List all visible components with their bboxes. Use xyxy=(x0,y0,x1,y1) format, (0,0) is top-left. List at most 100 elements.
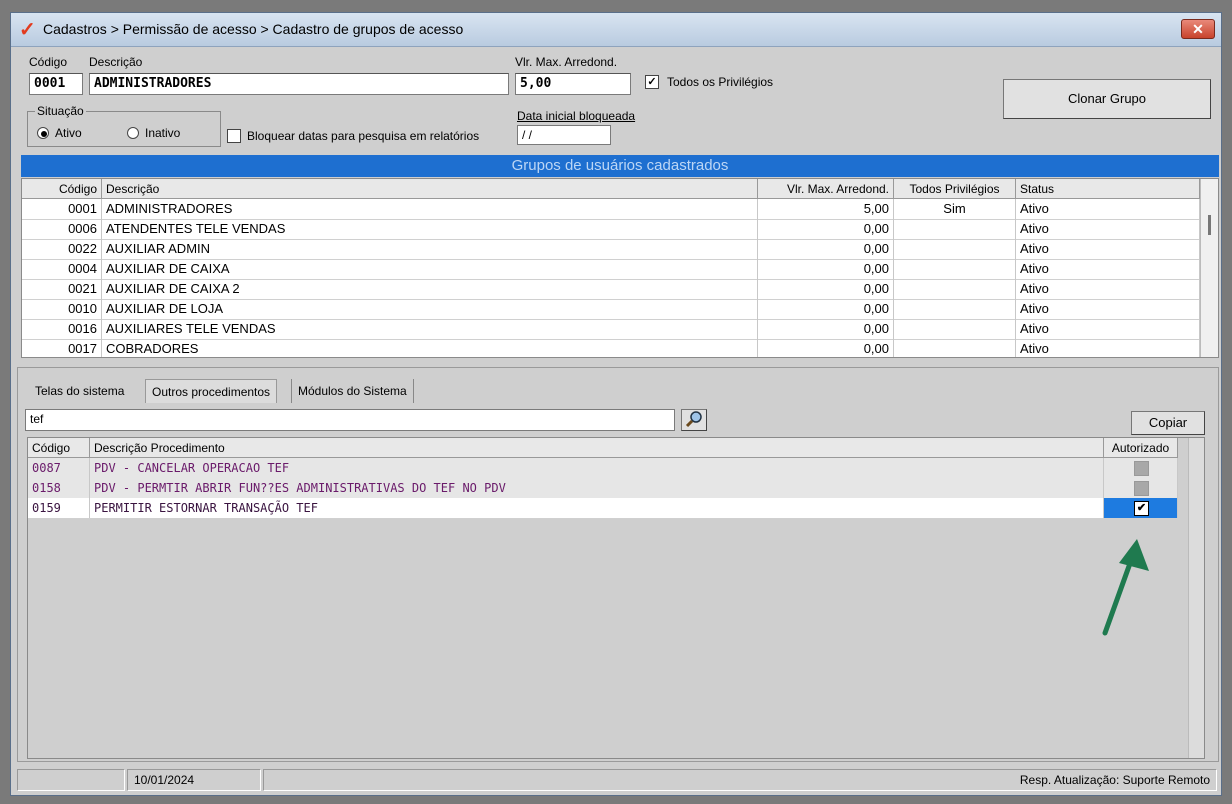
status-resp: Resp. Atualização: Suporte Remoto xyxy=(263,769,1217,791)
cell-todos xyxy=(894,339,1016,357)
bloquear-label: Bloquear datas para pesquisa em relatóri… xyxy=(247,129,480,143)
cell-descricao: ADMINISTRADORES xyxy=(102,199,758,219)
list-item[interactable]: 0159 PERMITIR ESTORNAR TRANSAÇÃO TEF ✔ xyxy=(28,498,1178,519)
tab-outros-procedimentos[interactable]: Outros procedimentos xyxy=(145,379,278,403)
cell-todos: Sim xyxy=(894,199,1016,219)
descricao-field[interactable]: ADMINISTRADORES xyxy=(89,73,509,95)
groups-scrollbar[interactable] xyxy=(1200,179,1218,357)
cell-vlr: 0,00 xyxy=(758,319,894,339)
cell-descricao: COBRADORES xyxy=(102,339,758,357)
codigo-field[interactable]: 0001 xyxy=(29,73,83,95)
ativo-label: Ativo xyxy=(55,126,82,140)
col-header-codigo[interactable]: Código xyxy=(22,179,102,199)
main-window: ✓ Cadastros > Permissão de acesso > Cada… xyxy=(10,12,1222,796)
todos-privilegios-label: Todos os Privilégios xyxy=(667,75,774,89)
search-icon xyxy=(685,411,702,428)
cell-descricao: PERMITIR ESTORNAR TRANSAÇÃO TEF xyxy=(90,498,1104,518)
tab-modulos-do-sistema[interactable]: Módulos do Sistema xyxy=(291,379,414,403)
search-button[interactable] xyxy=(681,409,707,431)
search-input[interactable]: tef xyxy=(25,409,675,431)
scrollbar-thumb[interactable] xyxy=(1208,215,1211,235)
title-bar: ✓ Cadastros > Permissão de acesso > Cada… xyxy=(11,13,1221,47)
cell-todos xyxy=(894,219,1016,239)
table-row[interactable]: 0021 AUXILIAR DE CAIXA 2 0,00 Ativo xyxy=(22,279,1200,300)
col-header-autorizado[interactable]: Autorizado xyxy=(1104,438,1178,458)
data-inicial-field[interactable]: / / xyxy=(517,125,611,145)
cell-status: Ativo xyxy=(1016,259,1200,279)
bloquear-checkbox[interactable] xyxy=(227,129,241,143)
table-row[interactable]: 0001 ADMINISTRADORES 5,00 Sim Ativo xyxy=(22,199,1200,220)
list-item[interactable]: 0087 PDV - CANCELAR OPERACAO TEF xyxy=(28,458,1178,479)
autorizado-cell: ✔ xyxy=(1104,498,1178,518)
cell-status: Ativo xyxy=(1016,199,1200,219)
cell-descricao: AUXILIAR DE CAIXA 2 xyxy=(102,279,758,299)
autorizado-cell xyxy=(1104,458,1178,478)
cell-descricao: AUXILIARES TELE VENDAS xyxy=(102,319,758,339)
todos-privilegios-checkbox[interactable]: ✓ xyxy=(645,75,659,89)
cell-descricao: ATENDENTES TELE VENDAS xyxy=(102,219,758,239)
codigo-label: Código xyxy=(29,55,68,69)
cell-descricao: PDV - PERMTIR ABRIR FUN??ES ADMINISTRATI… xyxy=(90,478,1104,498)
groups-table: Código Descrição Vlr. Max. Arredond. Tod… xyxy=(21,178,1219,358)
cell-vlr: 0,00 xyxy=(758,219,894,239)
table-row[interactable]: 0022 AUXILIAR ADMIN 0,00 Ativo xyxy=(22,239,1200,260)
cell-descricao: AUXILIAR DE CAIXA xyxy=(102,259,758,279)
annotation-arrow-icon xyxy=(1102,539,1149,636)
cell-codigo: 0022 xyxy=(22,239,102,259)
cell-status: Ativo xyxy=(1016,339,1200,357)
col-header-todos[interactable]: Todos Privilégios xyxy=(894,179,1016,199)
cell-todos xyxy=(894,299,1016,319)
inativo-label: Inativo xyxy=(145,126,181,140)
list-item[interactable]: 0158 PDV - PERMTIR ABRIR FUN??ES ADMINIST… xyxy=(28,478,1178,499)
status-date: 10/01/2024 xyxy=(127,769,261,791)
situacao-label: Situação xyxy=(35,104,86,118)
ativo-radio[interactable] xyxy=(37,127,49,139)
descricao-label: Descrição xyxy=(89,55,143,69)
status-bar: 10/01/2024 Resp. Atualização: Suporte Re… xyxy=(11,765,1221,795)
cell-codigo: 0004 xyxy=(22,259,102,279)
col-header-proc-descricao[interactable]: Descrição Procedimento xyxy=(90,438,1104,458)
cell-vlr: 0,00 xyxy=(758,259,894,279)
window-title: Cadastros > Permissão de acesso > Cadast… xyxy=(43,21,464,37)
cell-status: Ativo xyxy=(1016,299,1200,319)
table-row[interactable]: 0006 ATENDENTES TELE VENDAS 0,00 Ativo xyxy=(22,219,1200,240)
table-row[interactable]: 0004 AUXILIAR DE CAIXA 0,00 Ativo xyxy=(22,259,1200,280)
data-inicial-label: Data inicial bloqueada xyxy=(517,109,636,123)
cell-vlr: 0,00 xyxy=(758,279,894,299)
table-row[interactable]: 0010 AUXILIAR DE LOJA 0,00 Ativo xyxy=(22,299,1200,320)
cell-codigo: 0087 xyxy=(28,458,90,478)
col-header-descricao[interactable]: Descrição xyxy=(102,179,758,199)
groups-section-title: Grupos de usuários cadastrados xyxy=(21,155,1219,177)
table-row[interactable]: 0016 AUXILIARES TELE VENDAS 0,00 Ativo xyxy=(22,319,1200,340)
procedures-table: Código Descrição Procedimento Autorizado… xyxy=(27,437,1205,759)
cell-codigo: 0158 xyxy=(28,478,90,498)
cell-status: Ativo xyxy=(1016,319,1200,339)
vlr-field[interactable]: 5,00 xyxy=(515,73,631,95)
autorizado-checkbox[interactable]: ✔ xyxy=(1134,501,1149,516)
col-header-proc-codigo[interactable]: Código xyxy=(28,438,90,458)
cell-vlr: 5,00 xyxy=(758,199,894,219)
cell-status: Ativo xyxy=(1016,219,1200,239)
procedures-scrollbar[interactable] xyxy=(1188,438,1204,758)
cell-descricao: AUXILIAR DE LOJA xyxy=(102,299,758,319)
cell-status: Ativo xyxy=(1016,279,1200,299)
autorizado-checkbox[interactable] xyxy=(1134,481,1149,496)
cell-codigo: 0016 xyxy=(22,319,102,339)
inativo-radio[interactable] xyxy=(127,127,139,139)
clonar-grupo-button[interactable]: Clonar Grupo xyxy=(1003,79,1211,119)
cell-codigo: 0010 xyxy=(22,299,102,319)
cell-codigo: 0006 xyxy=(22,219,102,239)
table-row[interactable]: 0017 COBRADORES 0,00 Ativo xyxy=(22,339,1200,357)
vlr-label: Vlr. Max. Arredond. xyxy=(515,55,618,69)
autorizado-checkbox[interactable] xyxy=(1134,461,1149,476)
cell-vlr: 0,00 xyxy=(758,339,894,357)
close-button[interactable]: ✕ xyxy=(1181,19,1215,39)
copiar-button[interactable]: Copiar xyxy=(1131,411,1205,435)
col-header-vlr[interactable]: Vlr. Max. Arredond. xyxy=(758,179,894,199)
cell-vlr: 0,00 xyxy=(758,299,894,319)
check-logo-icon: ✓ xyxy=(19,19,36,41)
col-header-status[interactable]: Status xyxy=(1016,179,1200,199)
cell-todos xyxy=(894,279,1016,299)
cell-codigo: 0021 xyxy=(22,279,102,299)
tab-telas-do-sistema[interactable]: Telas do sistema xyxy=(29,379,130,403)
